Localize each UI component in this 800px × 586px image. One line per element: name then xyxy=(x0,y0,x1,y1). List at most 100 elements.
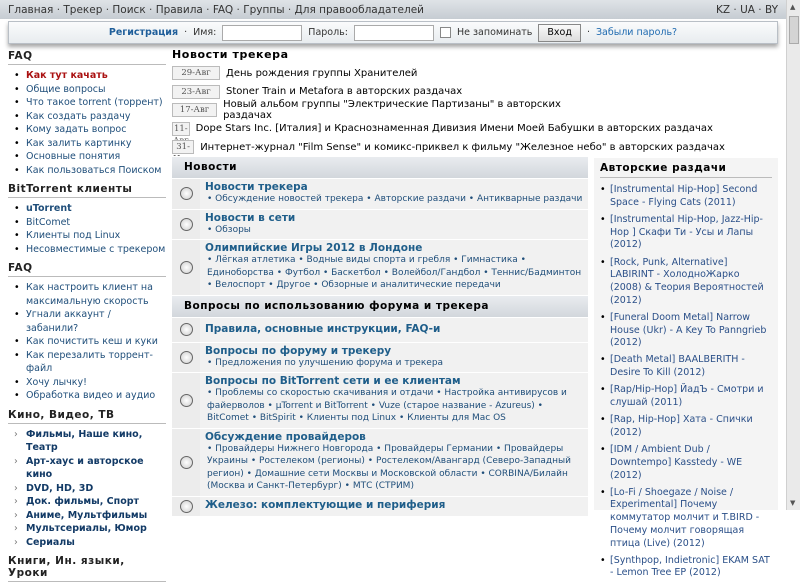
list-item: [Rap/Hip-Hop] ЙадЪ - Смотри и слушай (20… xyxy=(600,384,772,409)
forum-title[interactable]: Железо: комплектующие и периферия xyxy=(205,499,445,511)
nav-rightholders[interactable]: Для правообладателей xyxy=(295,4,424,16)
list-item: [Rap, Hip-Hop] Хата - Спички (2012) xyxy=(600,414,772,439)
faq-link[interactable]: Как пользоваться Поиском xyxy=(26,165,161,176)
forum-title[interactable]: Вопросы по BitTorrent сети и ее клиентам xyxy=(205,375,461,387)
nav-groups[interactable]: Группы xyxy=(243,4,284,16)
forum-title[interactable]: Правила, основные инструкции, FAQ-и xyxy=(205,323,440,335)
category-link[interactable]: Док. фильмы, Спорт xyxy=(26,496,139,507)
faq-link[interactable]: Как тут качать xyxy=(26,70,108,81)
client-link[interactable]: uTorrent xyxy=(26,203,72,214)
client-link[interactable]: BitComet xyxy=(26,217,70,228)
forum-title[interactable]: Новости трекера xyxy=(205,181,308,193)
nav-home[interactable]: Главная xyxy=(8,4,53,16)
release-link[interactable]: [Funeral Doom Metal] Narrow House (Ukr) … xyxy=(610,312,766,348)
client-link[interactable]: Клиенты под Linux xyxy=(26,230,120,241)
list-item: Мультсериалы, Юмор xyxy=(12,522,166,536)
faq-link[interactable]: Кому задать вопрос xyxy=(26,124,126,135)
subforums[interactable]: • Лёгкая атлетика • Водные виды спорта и… xyxy=(205,254,584,292)
forum-title[interactable]: Вопросы по форуму и трекеру xyxy=(205,345,391,357)
forum-title[interactable]: Обсуждение провайдеров xyxy=(205,431,366,443)
password-input[interactable] xyxy=(353,24,434,41)
release-link[interactable]: [Rap, Hip-Hop] Хата - Спички (2012) xyxy=(610,414,753,438)
faq-link[interactable]: Как почистить кеш и куки xyxy=(26,336,158,347)
lang-kz[interactable]: KZ xyxy=(716,4,730,16)
main-links: Главная · Трекер · Поиск · Правила · FAQ… xyxy=(8,3,425,16)
forum-icon xyxy=(172,342,200,372)
forum-title[interactable]: Новости в сети xyxy=(205,212,295,224)
forum-icon xyxy=(172,209,200,239)
subforums[interactable]: • Обзоры xyxy=(205,224,584,237)
news-date: 17-Авг xyxy=(172,103,218,118)
faq-link[interactable]: Как перезалить торрент-файл xyxy=(26,350,153,375)
client-link[interactable]: Несовместимые с трекером xyxy=(26,244,165,255)
forum-icon xyxy=(172,179,200,209)
list-item: Как пользоваться Поиском xyxy=(12,164,166,178)
subforums[interactable]: • Провайдеры Нижнего Новгорода • Провайд… xyxy=(205,443,584,493)
subforums[interactable]: • Предложения по улучшению форума и трек… xyxy=(205,357,584,370)
news-link[interactable]: Stoner Train и Metafora в авторских разд… xyxy=(226,86,462,97)
list-item: Как залить картинку xyxy=(12,137,166,151)
faq-link[interactable]: Общие вопросы xyxy=(26,84,106,95)
nav-tracker[interactable]: Трекер xyxy=(63,4,102,16)
news-item: 31-Июл Интернет-журнал "Film Sense" и ком… xyxy=(172,138,725,164)
news-link[interactable]: Новый альбом группы "Электрические Парти… xyxy=(223,99,588,121)
faq-list: Как тут качать Общие вопросы Что такое t… xyxy=(12,69,166,177)
scroll-thumb[interactable] xyxy=(789,16,799,44)
release-link[interactable]: [Rock, Punk, Alternative] LABIRINT - Хол… xyxy=(610,257,764,306)
forum-icon xyxy=(172,373,200,428)
nav-search[interactable]: Поиск xyxy=(112,4,145,16)
login-button[interactable]: Вход xyxy=(538,23,581,42)
forum-row: Обсуждение провайдеров • Провайдеры Нижне… xyxy=(172,427,588,496)
subforums[interactable]: • Проблемы со скоростью скачивания и отд… xyxy=(205,387,584,425)
category-link[interactable]: Фильмы, Наше кино, Театр xyxy=(26,429,142,454)
release-link[interactable]: [IDM / Ambient Dub / Downtempo] Kasstedy… xyxy=(610,444,742,480)
nav-rules[interactable]: Правила xyxy=(156,4,203,16)
nav-faq[interactable]: FAQ xyxy=(213,4,233,16)
name-label: Имя: xyxy=(193,27,217,38)
scrollbar[interactable]: ▲ ▼ xyxy=(786,0,800,510)
list-item: Общие вопросы xyxy=(12,83,166,97)
forgot-password-link[interactable]: Забыли пароль? xyxy=(596,27,677,38)
list-item: Как настроить клиент на максимальную ско… xyxy=(12,281,166,308)
release-link[interactable]: [Death Metal] BAALBERITH - Desire To Kil… xyxy=(610,354,745,378)
lang-ua[interactable]: UA xyxy=(740,4,755,16)
release-link[interactable]: [Rap/Hip-Hop] ЙадЪ - Смотри и слушай (20… xyxy=(610,384,764,408)
scroll-up-icon[interactable]: ▲ xyxy=(790,3,795,11)
forum-title[interactable]: Олимпийские Игры 2012 в Лондоне xyxy=(205,242,422,254)
faq-link[interactable]: Обработка видео и аудио xyxy=(26,390,155,401)
lang-by[interactable]: BY xyxy=(765,4,778,16)
category-link[interactable]: DVD, HD, 3D xyxy=(26,483,93,494)
category-header: Вопросы по использованию форума и трекер… xyxy=(172,294,588,317)
faq-link[interactable]: Как настроить клиент на максимальную ско… xyxy=(26,282,153,307)
faq-link[interactable]: Как залить картинку xyxy=(26,138,131,149)
remember-checkbox[interactable] xyxy=(439,27,451,38)
news-link[interactable]: Интернет-журнал "Film Sense" и комикс-пр… xyxy=(200,142,725,153)
faq-link[interactable]: Угнали аккаунт / забанили? xyxy=(26,309,111,334)
subforums[interactable]: • Обсуждение новостей трекера • Авторски… xyxy=(205,193,584,206)
forum-row: Правила, основные инструкции, FAQ-и xyxy=(172,316,588,342)
username-input[interactable] xyxy=(222,24,303,41)
release-link[interactable]: [Instrumental Hip-Hop, Jazz-Hip-Hop ] Ск… xyxy=(610,214,763,250)
category-link[interactable]: Мультсериалы, Юмор xyxy=(26,523,147,534)
scroll-down-icon[interactable]: ▼ xyxy=(790,499,795,507)
remember-label: Не запоминать xyxy=(456,27,533,38)
register-link[interactable]: Регистрация xyxy=(109,27,178,38)
news-link[interactable]: Dope Stars Inc. [Италия] и Краснознаменн… xyxy=(196,123,713,134)
faq-link[interactable]: Основные понятия xyxy=(26,151,120,162)
forum-index: Новости Новости трекера • Обсуждение ново… xyxy=(172,156,588,516)
list-item: Обработка видео и аудио xyxy=(12,389,166,403)
faq-link[interactable]: Что такое torrent (торрент) xyxy=(26,97,163,108)
video-categories: Фильмы, Наше кино, Театр Арт-хаус и авто… xyxy=(12,428,166,550)
news-link[interactable]: День рождения группы Хранителей xyxy=(226,68,417,79)
faq-link[interactable]: Как создать раздачу xyxy=(26,111,130,122)
release-link[interactable]: [Instrumental Hip-Hop] Second Space - Fl… xyxy=(610,184,757,208)
list-item: Что такое torrent (торрент) xyxy=(12,96,166,110)
release-link[interactable]: [Synthpop, Indietronic] EKAM SAT - Lemon… xyxy=(610,555,770,579)
category-link[interactable]: Аниме, Мультфильмы xyxy=(26,510,147,521)
release-link[interactable]: [Lo-Fi / Shoegaze / Noise / Experimental… xyxy=(610,487,759,549)
category-link[interactable]: Арт-хаус и авторское кино xyxy=(26,456,144,481)
faq-link[interactable]: Хочу лычку! xyxy=(26,377,87,388)
category-link[interactable]: Сериалы xyxy=(26,537,75,548)
author-releases-title: Авторские раздачи xyxy=(600,162,772,178)
list-item: uTorrent xyxy=(12,202,166,216)
